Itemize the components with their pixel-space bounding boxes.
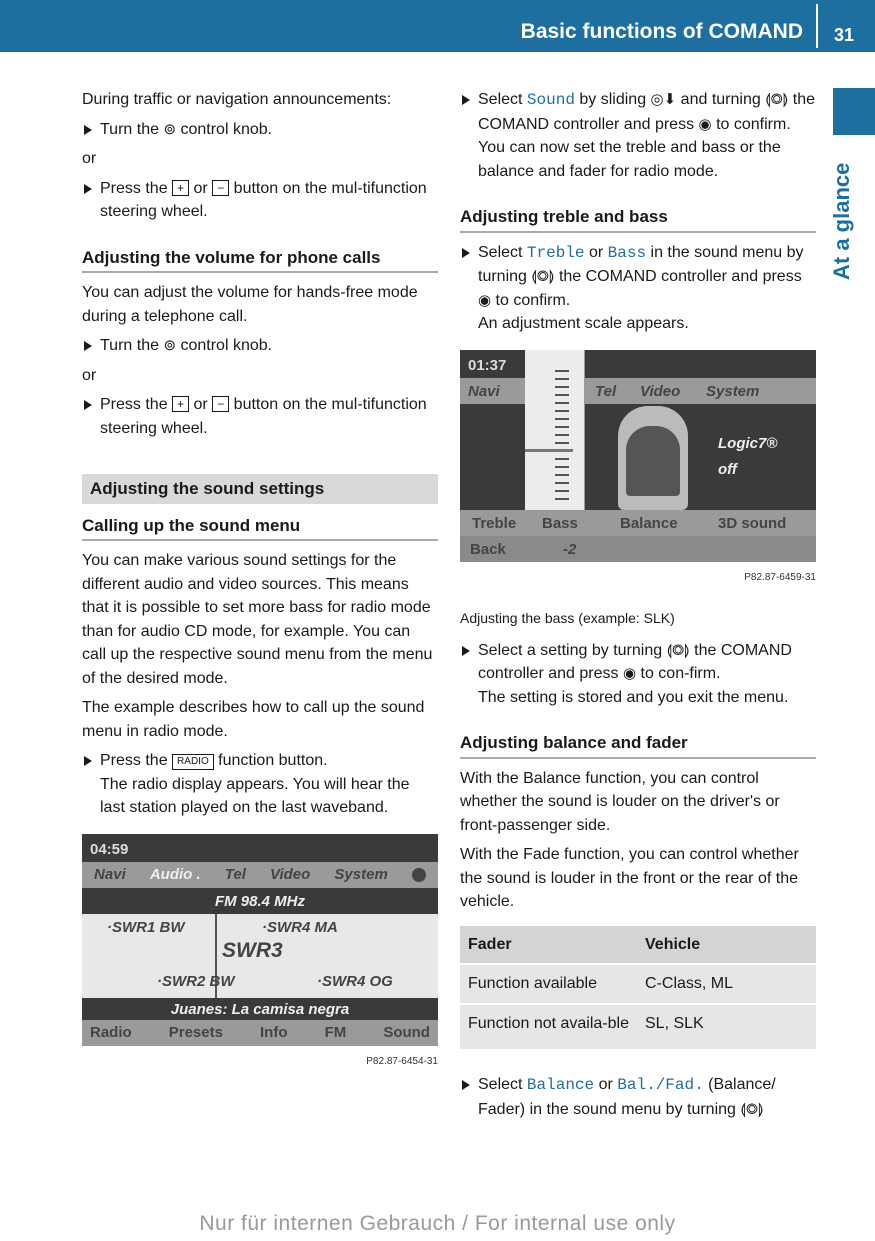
paragraph: The example describes how to call up the… [82,699,425,740]
fader-availability-table: Fader Vehicle Function available C-Class, … [460,924,816,1052]
car-icon [618,405,688,510]
page-number: 31 [834,25,855,45]
turn-controller-icon: ⟬◎⟭ [666,641,690,659]
step: Turn the ⊚ control knob. [82,334,438,358]
left-column: During traffic or navigation announcemen… [82,88,438,1073]
table-row: Function available C-Class, ML [460,965,816,1003]
page-header: Basic functions of COMAND 31 [0,0,875,52]
minus-key-icon: − [212,396,230,412]
knob-icon: ⊚ [163,120,177,138]
paragraph: During traffic or navigation announcemen… [82,91,392,108]
bass-adjust-screenshot: 01:37 Navi Tel Video System Logic7® off … [460,349,816,562]
step: Turn the ⊚ control knob. [82,118,438,142]
or-text: or [82,150,97,167]
screen-menu: Navi Audio . Tel Video System [82,861,438,888]
press-icon: ◉ [698,115,712,133]
turn-controller-icon: ⟬◎⟭ [531,268,555,285]
internal-use-watermark: Nur für internen Gebrauch / For internal… [199,1212,676,1235]
station-list: ·SWR1 BW ·SWR4 MA SWR3 ·SWR2 BW ·SWR4 OG [82,913,438,998]
step: Press the RADIO function button. The radi… [82,749,438,820]
step: Select a setting by turning ⟬◎⟭ the COMA… [460,639,816,710]
press-icon: ◉ [622,665,637,682]
minus-key-icon: − [212,179,230,196]
header-title: Basic functions of COMAND [520,20,803,43]
step: Select Treble or Bass in the sound menu … [460,241,816,336]
side-tab-label: At a glance [829,162,854,280]
slide-down-icon: ◎⬇ [650,91,677,108]
heading: Calling up the sound menu [82,514,438,541]
paragraph: You can adjust the volume for hands-free… [82,284,418,325]
screen-time: 01:37 [468,356,507,374]
header-divider [816,4,818,48]
or-text: or [82,366,97,384]
step: Press the + or − button on the mul-tifun… [82,177,438,224]
table-row: Function not availa-ble SL, SLK [460,1004,816,1049]
step: Press the + or − button on the mul-tifun… [82,393,438,440]
radio-display-screenshot: 04:59 Navi Audio . Tel Video System FM 98.4 … [82,833,438,1046]
section-heading: Adjusting the sound settings [82,474,438,504]
screen-track: Juanes: La camisa negra [170,1000,350,1018]
heading: Adjusting balance and fader [460,731,816,759]
step: Select Balance or Bal./Fad. (Balance/ Fa… [460,1073,816,1121]
screen-band: FM 98.4 MHz [214,892,305,910]
heading: Adjusting the volume for phone calls [82,246,438,273]
image-code: P82.87-6459-31 [744,571,816,583]
image-code: P82.87-6454-31 [366,1055,438,1067]
paragraph: With the Fade function, you can control … [460,846,799,910]
paragraph: With the Balance function, you can contr… [460,769,780,834]
turn-controller-icon: ⟬◎⟭ [740,1100,764,1118]
right-column: Select Sound by sliding ◎⬇ and turning ⟬… [460,88,816,1127]
screen-time: 04:59 [90,840,129,858]
screen-menu: Navi Tel Video System [460,377,816,404]
image-caption: Adjusting the bass (example: SLK) [460,610,675,626]
step: Select Sound by sliding ◎⬇ and turning ⟬… [460,88,816,183]
plus-key-icon: + [172,179,190,196]
screen-bottom-menu: Radio Presets Info FM Sound [82,1019,438,1046]
knob-icon: ⊚ [163,337,177,354]
press-icon: ◉ [478,291,492,309]
radio-button-icon: RADIO [172,754,214,770]
side-tab-marker [833,88,875,135]
plus-key-icon: + [172,396,190,412]
screen-bottom-menu: Treble Bass Balance 3D sound [460,509,816,536]
turn-controller-icon: ⟬◎⟭ [765,91,789,108]
paragraph: You can make various sound settings for … [82,552,433,687]
heading: Adjusting treble and bass [460,205,816,233]
